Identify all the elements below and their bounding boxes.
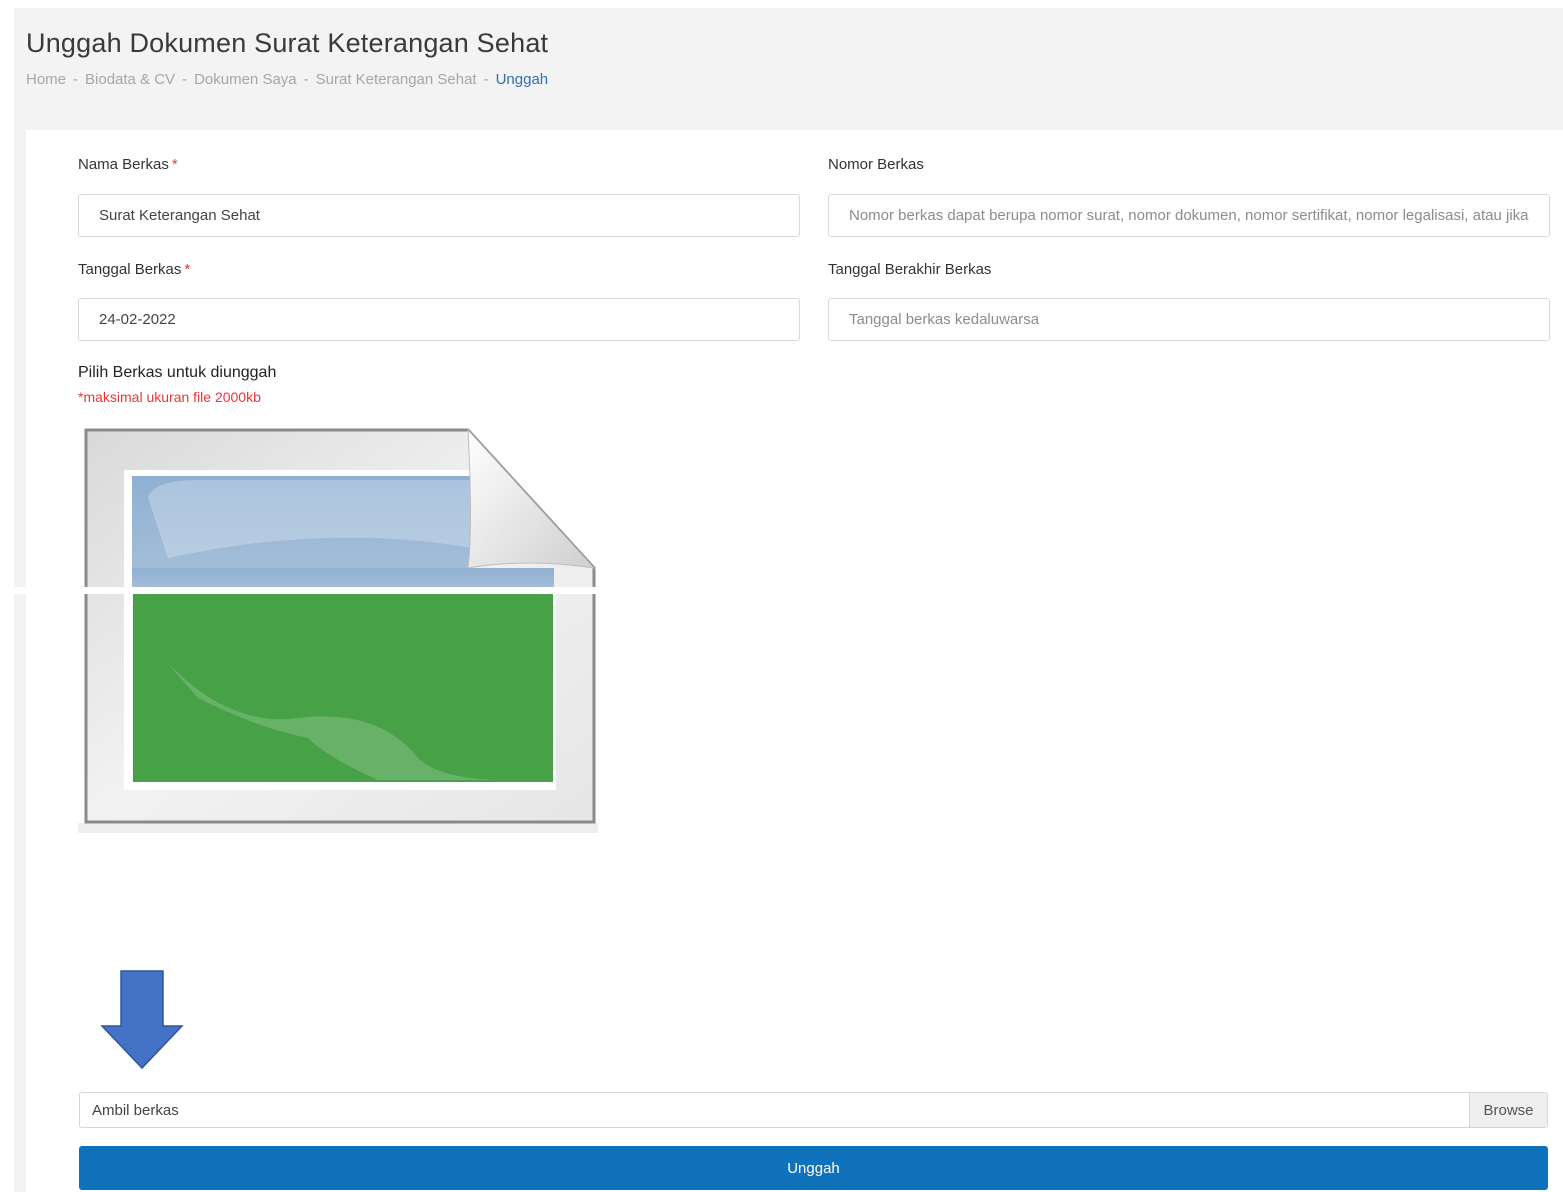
page-title: Unggah Dokumen Surat Keterangan Sehat	[26, 28, 549, 58]
unggah-submit-button[interactable]: Unggah	[79, 1146, 1548, 1190]
file-picker-text[interactable]: Ambil berkas	[80, 1093, 1469, 1127]
required-mark: *	[184, 261, 191, 278]
nama-berkas-input[interactable]: Surat Keterangan Sehat	[78, 194, 800, 237]
tanggal-berkas-input[interactable]: 24-02-2022	[78, 298, 800, 341]
nama-berkas-label: Nama Berkas *	[78, 156, 178, 173]
nama-berkas-value: Surat Keterangan Sehat	[99, 207, 260, 224]
left-gutter	[14, 130, 26, 1192]
nomor-berkas-label: Nomor Berkas	[828, 156, 924, 173]
required-mark: *	[171, 156, 178, 173]
breadcrumb-home[interactable]: Home	[26, 71, 66, 88]
breadcrumb-dokumen-saya[interactable]: Dokumen Saya	[194, 71, 297, 88]
breadcrumb-separator: -	[182, 71, 188, 88]
breadcrumb-separator: -	[73, 71, 79, 88]
nomor-berkas-input[interactable]: Nomor berkas dapat berupa nomor surat, n…	[828, 194, 1550, 237]
breadcrumb-separator: -	[303, 71, 309, 88]
file-picker[interactable]: Ambil berkas Browse	[79, 1092, 1548, 1128]
breadcrumb-biodata[interactable]: Biodata & CV	[85, 71, 175, 88]
nama-berkas-label-text: Nama Berkas	[78, 156, 169, 173]
image-placeholder-icon	[78, 428, 598, 833]
tanggal-berkas-label: Tanggal Berkas *	[78, 261, 190, 278]
tanggal-berakhir-input[interactable]: Tanggal berkas kedaluwarsa	[828, 298, 1550, 341]
render-seam	[14, 587, 598, 594]
arrow-down-icon	[100, 970, 184, 1070]
breadcrumb-current: Unggah	[495, 71, 549, 88]
tanggal-berakhir-label: Tanggal Berakhir Berkas	[828, 261, 992, 278]
upload-label: Pilih Berkas untuk diunggah	[78, 364, 277, 381]
page-header-band	[14, 8, 1563, 130]
breadcrumb: Home - Biodata & CV - Dokumen Saya - Surat Ket…	[26, 71, 548, 88]
breadcrumb-separator: -	[483, 71, 489, 88]
browse-button[interactable]: Browse	[1469, 1093, 1547, 1127]
breadcrumb-surat-keterangan-sehat[interactable]: Surat Keterangan Sehat	[316, 71, 477, 88]
nomor-berkas-placeholder: Nomor berkas dapat berupa nomor surat, n…	[849, 207, 1529, 224]
upload-size-note: *maksimal ukuran file 2000kb	[78, 389, 261, 405]
tanggal-berkas-label-text: Tanggal Berkas	[78, 261, 182, 278]
tanggal-berakhir-placeholder: Tanggal berkas kedaluwarsa	[849, 311, 1040, 328]
tanggal-berkas-value: 24-02-2022	[99, 311, 176, 328]
